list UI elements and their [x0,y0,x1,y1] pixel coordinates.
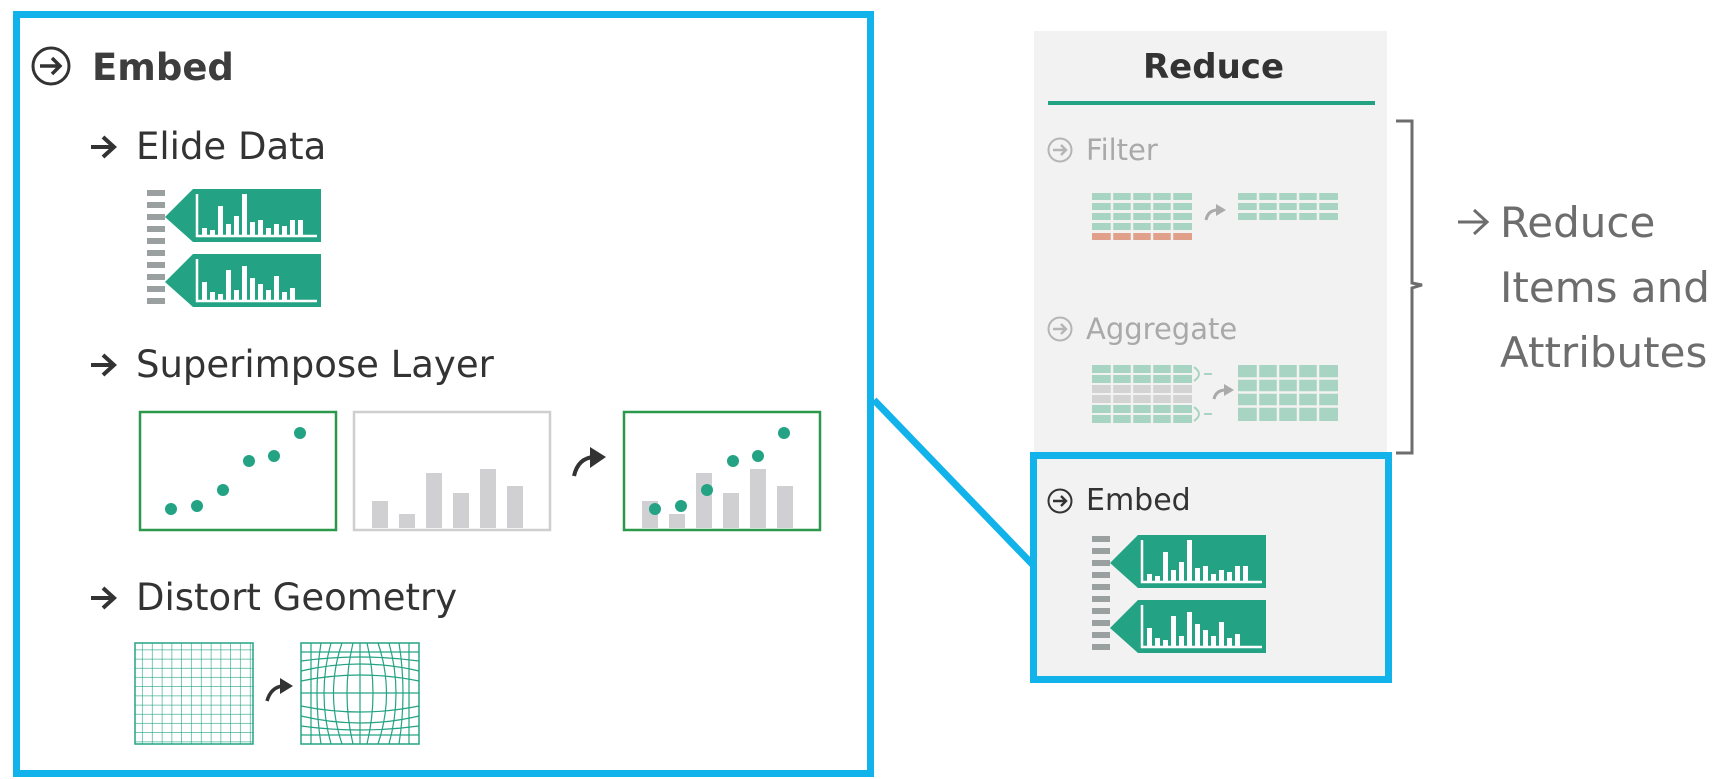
arrow-right-icon [91,353,117,377]
side-label: Reduce Items and Attributes [1500,190,1710,385]
aggregate-label: Aggregate [1086,312,1238,346]
bracket [1396,119,1423,455]
superimpose-layer-title: Superimpose Layer [136,343,494,386]
arrow-right-icon [91,586,117,610]
side-label-line: Items and [1500,263,1710,313]
side-label-line: Attributes [1500,328,1708,378]
superimpose-layer-glyph [138,410,822,532]
reduce-title-underline [1048,101,1375,105]
reduce-title: Reduce [1143,47,1284,87]
embed-title: Embed [92,46,234,89]
distort-geometry-glyph [134,642,420,745]
side-label-line: Reduce [1500,198,1656,247]
circle-arrow-right-icon [31,46,71,86]
distort-geometry-title: Distort Geometry [136,576,458,619]
arrow-right-icon [1458,208,1490,236]
elide-data-glyph [147,189,321,307]
filter-label: Filter [1086,133,1158,167]
circle-arrow-right-icon [1047,316,1073,342]
circle-arrow-right-icon [1047,137,1073,163]
aggregate-glyph [1092,363,1340,423]
reduce-embed-glyph [1092,535,1266,653]
arrow-right-icon [91,135,117,159]
reduce-embed-label: Embed [1086,483,1191,518]
elide-data-title: Elide Data [136,125,327,168]
circle-arrow-right-icon [1047,488,1073,514]
filter-glyph [1092,190,1338,246]
